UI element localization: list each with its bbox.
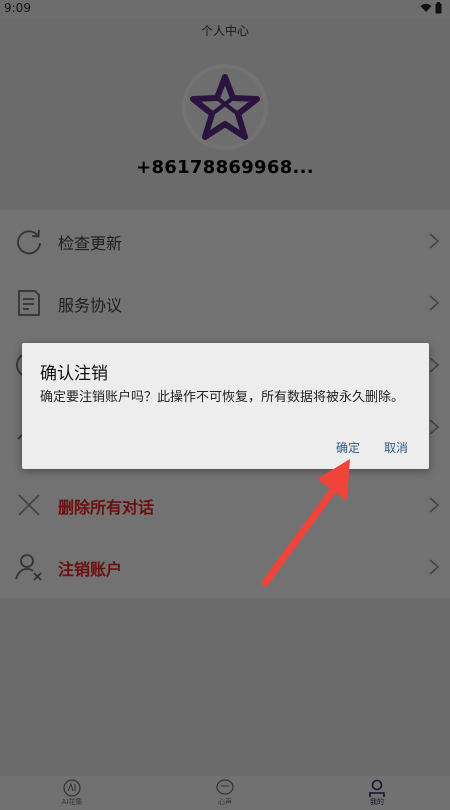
chevron-right-icon xyxy=(429,497,440,513)
nav-label: 我的 xyxy=(370,798,384,806)
cancel-button[interactable]: 取消 xyxy=(384,439,408,456)
phone-number: +86178869968... xyxy=(136,157,314,178)
nav-item-ai[interactable]: AI花集 xyxy=(52,778,92,807)
menu-item-label: 注销账户 xyxy=(58,560,123,579)
document-icon xyxy=(18,290,40,316)
star-logo-icon xyxy=(190,74,260,140)
status-bar: 9:09 xyxy=(0,0,450,18)
heart-chat-icon xyxy=(216,779,234,795)
dialog-message: 确定要注销账户吗？此操作不可恢复，所有数据将被永久删除。 xyxy=(40,390,405,405)
nav-label: 心声 xyxy=(218,798,232,806)
refresh-icon xyxy=(17,229,41,255)
nav-item-voice[interactable]: 心声 xyxy=(205,778,245,807)
chevron-right-icon xyxy=(429,559,440,575)
confirm-button[interactable]: 确定 xyxy=(336,439,360,456)
menu-item-label: 服务协议 xyxy=(58,296,123,315)
profile-icon xyxy=(369,779,385,797)
menu-item-service-agreement[interactable]: 服务协议 xyxy=(0,272,450,334)
chevron-right-icon xyxy=(429,233,440,249)
menu-item-delete-all-chats[interactable]: 删除所有对话 xyxy=(0,474,450,536)
nav-item-mine[interactable]: 我的 xyxy=(357,778,397,807)
menu-item-check-update[interactable]: 检查更新 xyxy=(0,210,450,272)
chevron-right-icon xyxy=(429,419,440,435)
ai-icon xyxy=(63,779,81,797)
page-title: 个人中心 xyxy=(200,24,249,38)
menu-item-label: 删除所有对话 xyxy=(58,498,155,517)
avatar[interactable] xyxy=(186,68,264,146)
menu-item-label: 检查更新 xyxy=(58,234,123,253)
status-icons xyxy=(420,2,442,14)
close-icon xyxy=(18,494,40,516)
bottom-nav: AI花集 心声 我的 xyxy=(0,776,450,810)
status-time: 9:09 xyxy=(4,1,31,15)
user-remove-icon xyxy=(15,554,42,581)
annotation-arrow-icon xyxy=(261,459,350,587)
menu-item-delete-account[interactable]: 注销账户 xyxy=(0,536,450,598)
chevron-right-icon xyxy=(429,295,440,311)
battery-icon xyxy=(435,2,442,14)
dialog-title: 确认注销 xyxy=(40,364,108,384)
confirm-delete-dialog: 确认注销 确定要注销账户吗？此操作不可恢复，所有数据将被永久删除。 确定 取消 xyxy=(22,343,429,469)
wifi-icon xyxy=(420,3,432,12)
nav-label: AI花集 xyxy=(61,798,83,806)
chevron-right-icon xyxy=(429,357,440,373)
